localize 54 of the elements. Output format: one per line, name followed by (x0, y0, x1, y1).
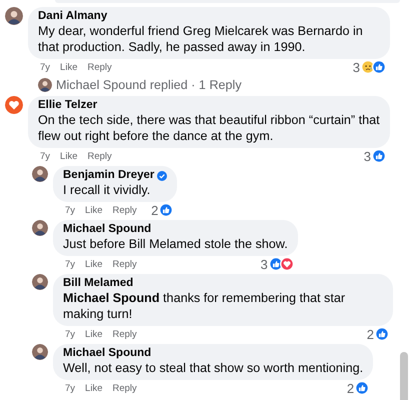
author-name[interactable]: Michael Spound (63, 347, 152, 360)
author-name[interactable]: Michael Spound (63, 223, 152, 236)
love-reaction-icon (280, 257, 294, 271)
author-name[interactable]: Ellie Telzer (38, 99, 98, 112)
reply-link[interactable]: Reply (87, 62, 112, 72)
timestamp[interactable]: 7y (65, 258, 76, 270)
like-link[interactable]: Like (85, 204, 102, 216)
author-name[interactable]: Benjamin Dreyer (63, 169, 154, 182)
avatar[interactable] (32, 220, 48, 236)
like-reaction-icon (159, 203, 174, 217)
timestamp[interactable]: 7y (40, 62, 50, 72)
comment-text: Just before Bill Melamed stole the show. (63, 236, 288, 252)
reaction-count[interactable]: 3 (352, 60, 360, 74)
like-reaction-icon (355, 381, 370, 395)
like-reaction-icon (372, 60, 386, 74)
like-reaction-icon (268, 257, 283, 271)
like-link[interactable]: Like (85, 328, 102, 340)
like-link[interactable]: Like (85, 382, 102, 394)
replies-link[interactable]: Michael Spound replied · 1 Reply (56, 78, 242, 92)
avatar[interactable] (5, 7, 23, 25)
timestamp[interactable]: 7y (40, 150, 50, 162)
reply-link[interactable]: Reply (112, 204, 137, 216)
reply-link[interactable]: Reply (87, 150, 112, 162)
sad-reaction-icon (361, 60, 375, 74)
avatar[interactable] (32, 274, 48, 290)
scrollbar-thumb[interactable] (400, 352, 408, 400)
like-link[interactable]: Like (60, 150, 78, 162)
reaction-count[interactable]: 2 (151, 202, 158, 218)
like-link[interactable]: Like (60, 62, 78, 72)
reply-link[interactable]: Reply (112, 382, 137, 394)
avatar[interactable] (38, 78, 52, 92)
avatar[interactable] (32, 166, 48, 182)
reply-link[interactable]: Reply (112, 328, 137, 340)
reaction-count[interactable]: 2 (346, 380, 354, 396)
verified-badge-icon (157, 170, 168, 180)
comment-text: Well, not easy to steal that show so worth mentioning. (63, 360, 364, 376)
author-name[interactable]: Bill Melamed (63, 277, 134, 290)
timestamp[interactable]: 7y (65, 382, 76, 394)
reaction-count[interactable]: 2 (366, 326, 374, 342)
reaction-count[interactable]: 3 (260, 256, 268, 272)
avatar[interactable] (32, 344, 48, 360)
like-reaction-icon (372, 149, 386, 163)
like-reaction-icon (375, 327, 389, 341)
author-name[interactable]: Dani Almany (38, 10, 108, 23)
comment-text: On the tech side, there was that beautiful ribbon “curtain” that flew out right before the dance at the gym. (38, 112, 380, 144)
timestamp[interactable]: 7y (65, 204, 76, 216)
comment-text: I recall it vividly. (63, 182, 152, 198)
reaction-count[interactable]: 3 (364, 148, 371, 164)
timestamp[interactable]: 7y (65, 328, 76, 340)
like-link[interactable]: Like (85, 258, 102, 270)
comment-text: Michael Spound thanks for remembering that star making turn! (63, 290, 346, 322)
reply-link[interactable]: Reply (112, 258, 137, 270)
comment-text: My dear, wonderful friend Greg Mielcarek was Bernardo in that production. Sadly, he passed away in 1990. (38, 23, 364, 55)
heart-avatar-icon (5, 96, 23, 114)
